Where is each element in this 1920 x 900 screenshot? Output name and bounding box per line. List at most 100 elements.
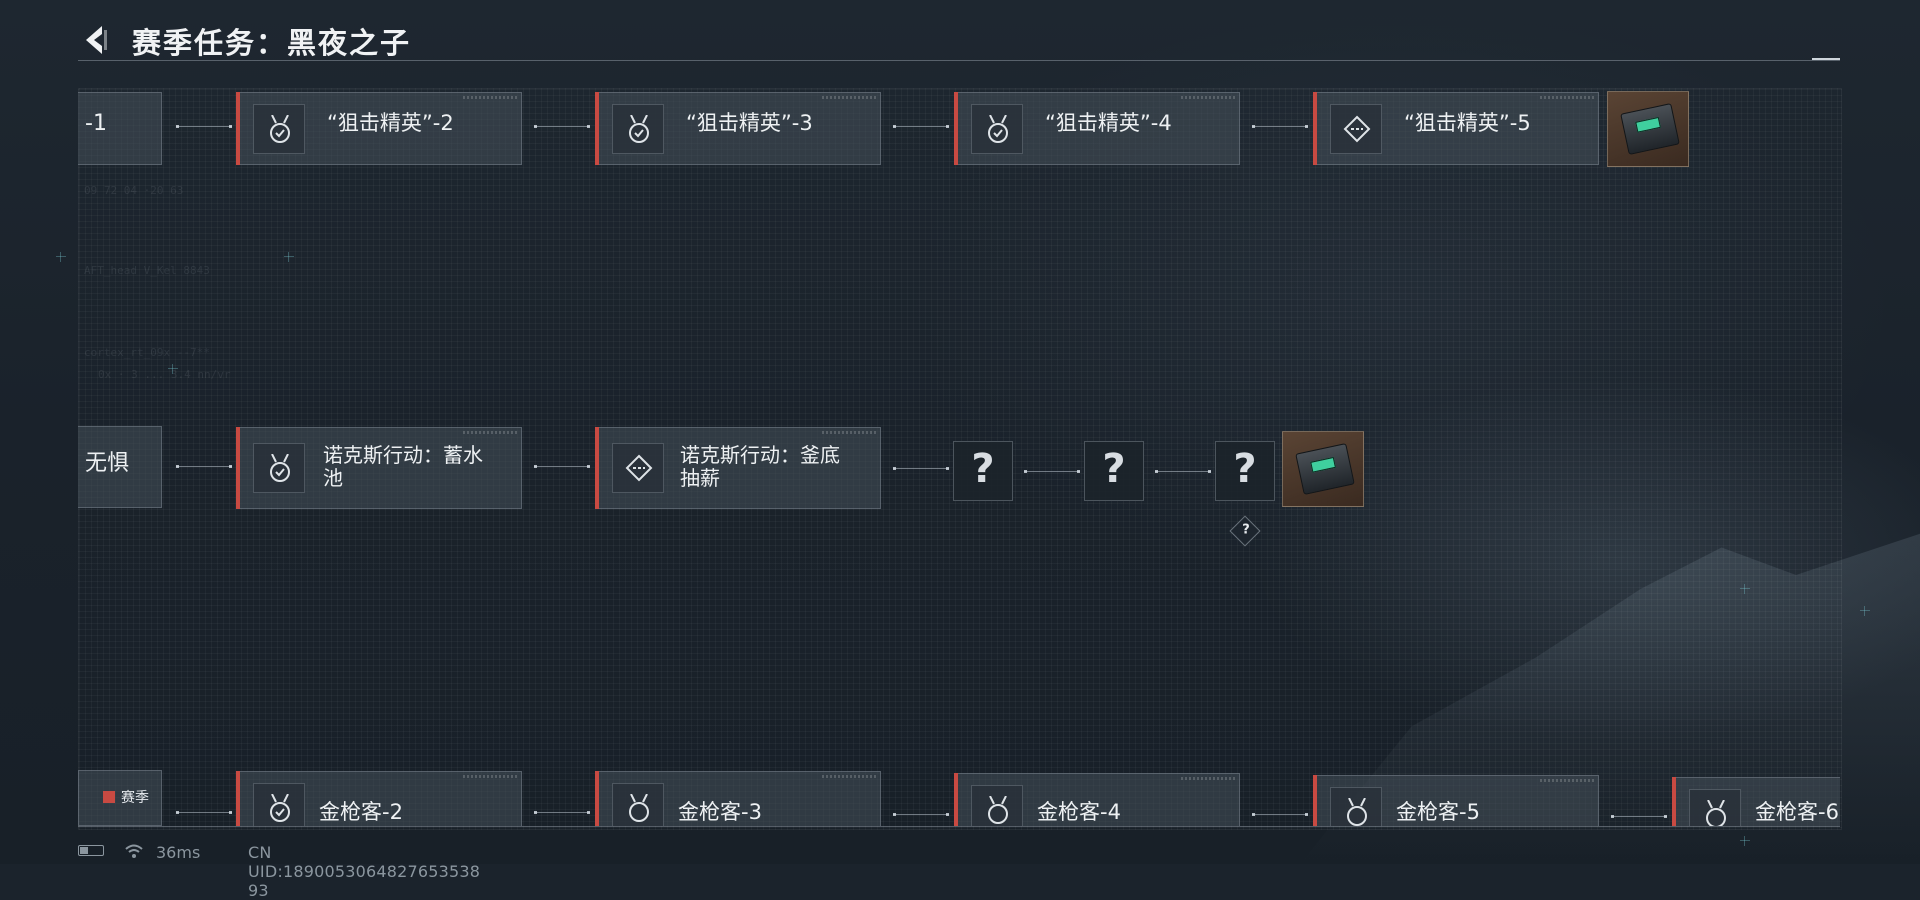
season-tag-label: 赛季 bbox=[121, 790, 149, 806]
deco-cross bbox=[56, 252, 66, 262]
locked-task-3[interactable]: ? bbox=[1215, 441, 1275, 501]
deco-cross bbox=[1860, 606, 1870, 616]
medal-check-icon bbox=[253, 104, 305, 154]
task-label: “狙击精英”-4 bbox=[1045, 111, 1172, 135]
task-accent-bar bbox=[1313, 92, 1317, 165]
task-label: 诺克斯行动：蓄水池 bbox=[323, 443, 483, 490]
connector-line bbox=[893, 813, 949, 816]
connector-line bbox=[1155, 470, 1211, 473]
task-accent-bar bbox=[236, 92, 240, 165]
task-accent-bar bbox=[1313, 775, 1317, 826]
task-label: 金枪客-6 bbox=[1755, 800, 1839, 824]
connector-line bbox=[534, 811, 590, 814]
deco-cross bbox=[1740, 836, 1750, 846]
locked-task-2[interactable]: ? bbox=[1084, 441, 1144, 501]
task-label: 金枪客-5 bbox=[1396, 800, 1480, 824]
task-accent-bar bbox=[1672, 777, 1676, 826]
task-node-sniper-2[interactable]: “狙击精英”-2 bbox=[236, 92, 522, 165]
task-accent-bar bbox=[236, 427, 240, 509]
task-node-goldgun-3[interactable]: 金枪客-3 bbox=[595, 771, 881, 826]
medal-icon bbox=[612, 783, 664, 826]
task-stub-label: -1 bbox=[85, 111, 107, 136]
diamond-target-icon bbox=[612, 443, 664, 493]
task-node-goldgun-4[interactable]: 金枪客-4 bbox=[954, 773, 1240, 826]
task-corner-mark bbox=[463, 431, 517, 434]
battery-icon bbox=[78, 845, 104, 856]
task-node-goldgun-5[interactable]: 金枪客-5 bbox=[1313, 775, 1599, 826]
task-stub-top[interactable]: -1 bbox=[78, 92, 162, 165]
reward-case-icon bbox=[1620, 103, 1680, 155]
medal-icon bbox=[971, 785, 1023, 826]
diamond-target-icon bbox=[1330, 104, 1382, 154]
medal-check-icon bbox=[612, 104, 664, 154]
connector-line bbox=[176, 811, 232, 814]
connector-line bbox=[534, 465, 590, 468]
task-node-sniper-4[interactable]: “狙击精英”-4 bbox=[954, 92, 1240, 165]
task-node-goldgun-6[interactable]: 金枪客-6 bbox=[1672, 777, 1840, 826]
ping-readout: 36ms bbox=[156, 843, 201, 862]
task-accent-bar bbox=[954, 92, 958, 165]
medal-icon bbox=[1330, 787, 1382, 826]
task-node-nox-drain[interactable]: 诺克斯行动：釜底抽薪 bbox=[595, 427, 881, 509]
reward-case-icon bbox=[1295, 443, 1355, 495]
connector-line bbox=[893, 125, 949, 128]
question-mark-icon: ? bbox=[971, 446, 995, 492]
task-label: 金枪客-3 bbox=[678, 800, 762, 824]
task-stub-middle[interactable]: 无惧 bbox=[78, 426, 162, 508]
wifi-icon bbox=[125, 844, 143, 858]
task-stub-label: 无惧 bbox=[85, 451, 130, 476]
connector-line bbox=[893, 467, 949, 470]
task-corner-mark bbox=[463, 775, 517, 778]
back-button[interactable] bbox=[78, 22, 114, 58]
task-corner-mark bbox=[1540, 779, 1594, 782]
connector-line bbox=[176, 465, 232, 468]
task-accent-bar bbox=[954, 773, 958, 826]
medal-icon bbox=[1689, 789, 1741, 826]
hint-badge[interactable]: ? bbox=[1229, 515, 1261, 547]
task-node-sniper-5[interactable]: “狙击精英”-5 bbox=[1313, 92, 1599, 165]
task-corner-mark bbox=[463, 96, 517, 99]
task-corner-mark bbox=[1540, 96, 1594, 99]
connector-line bbox=[1252, 813, 1308, 816]
connector-line bbox=[1024, 470, 1080, 473]
connector-line bbox=[1611, 815, 1667, 818]
back-arrow-icon bbox=[86, 26, 107, 54]
hint-question-icon: ? bbox=[1242, 522, 1250, 538]
task-label: 诺克斯行动：釜底抽薪 bbox=[680, 443, 840, 490]
connector-line bbox=[534, 125, 590, 128]
task-node-sniper-3[interactable]: “狙击精英”-3 bbox=[595, 92, 881, 165]
task-corner-mark bbox=[822, 775, 876, 778]
season-tag[interactable]: 赛季 bbox=[78, 770, 162, 826]
connector-line bbox=[176, 125, 232, 128]
connector-line bbox=[1252, 125, 1308, 128]
question-mark-icon: ? bbox=[1233, 446, 1257, 492]
page-title: 赛季任务：黑夜之子 bbox=[132, 26, 412, 60]
medal-check-icon bbox=[971, 104, 1023, 154]
footer-divider bbox=[78, 826, 1840, 827]
reward-item-case[interactable] bbox=[1607, 91, 1689, 167]
task-corner-mark bbox=[1181, 96, 1235, 99]
header-divider-accent bbox=[1812, 58, 1840, 60]
task-label: “狙击精英”-3 bbox=[686, 111, 813, 135]
reward-item-case[interactable] bbox=[1282, 431, 1364, 507]
task-corner-mark bbox=[822, 431, 876, 434]
user-uid: CN UID:1890053064827653538​93 bbox=[248, 843, 481, 900]
task-label: 金枪客-4 bbox=[1037, 800, 1121, 824]
season-color-square bbox=[103, 791, 115, 803]
task-tree[interactable]: 09 72 04 ·20 63 AFT_head V_Kel 8843 cort… bbox=[78, 88, 1840, 826]
question-mark-icon: ? bbox=[1102, 446, 1126, 492]
task-label: “狙击精英”-2 bbox=[327, 111, 454, 135]
task-accent-bar bbox=[595, 92, 599, 165]
task-label: “狙击精英”-5 bbox=[1404, 111, 1531, 135]
locked-task-1[interactable]: ? bbox=[953, 441, 1013, 501]
task-node-goldgun-2[interactable]: 金枪客-2 bbox=[236, 771, 522, 826]
task-accent-bar bbox=[595, 427, 599, 509]
task-accent-bar bbox=[595, 771, 599, 826]
task-node-nox-reservoir[interactable]: 诺克斯行动：蓄水池 bbox=[236, 427, 522, 509]
task-accent-bar bbox=[236, 771, 240, 826]
medal-check-icon bbox=[253, 443, 305, 493]
task-corner-mark bbox=[822, 96, 876, 99]
medal-check-icon bbox=[253, 783, 305, 826]
task-label: 金枪客-2 bbox=[319, 800, 403, 824]
task-corner-mark bbox=[1181, 777, 1235, 780]
